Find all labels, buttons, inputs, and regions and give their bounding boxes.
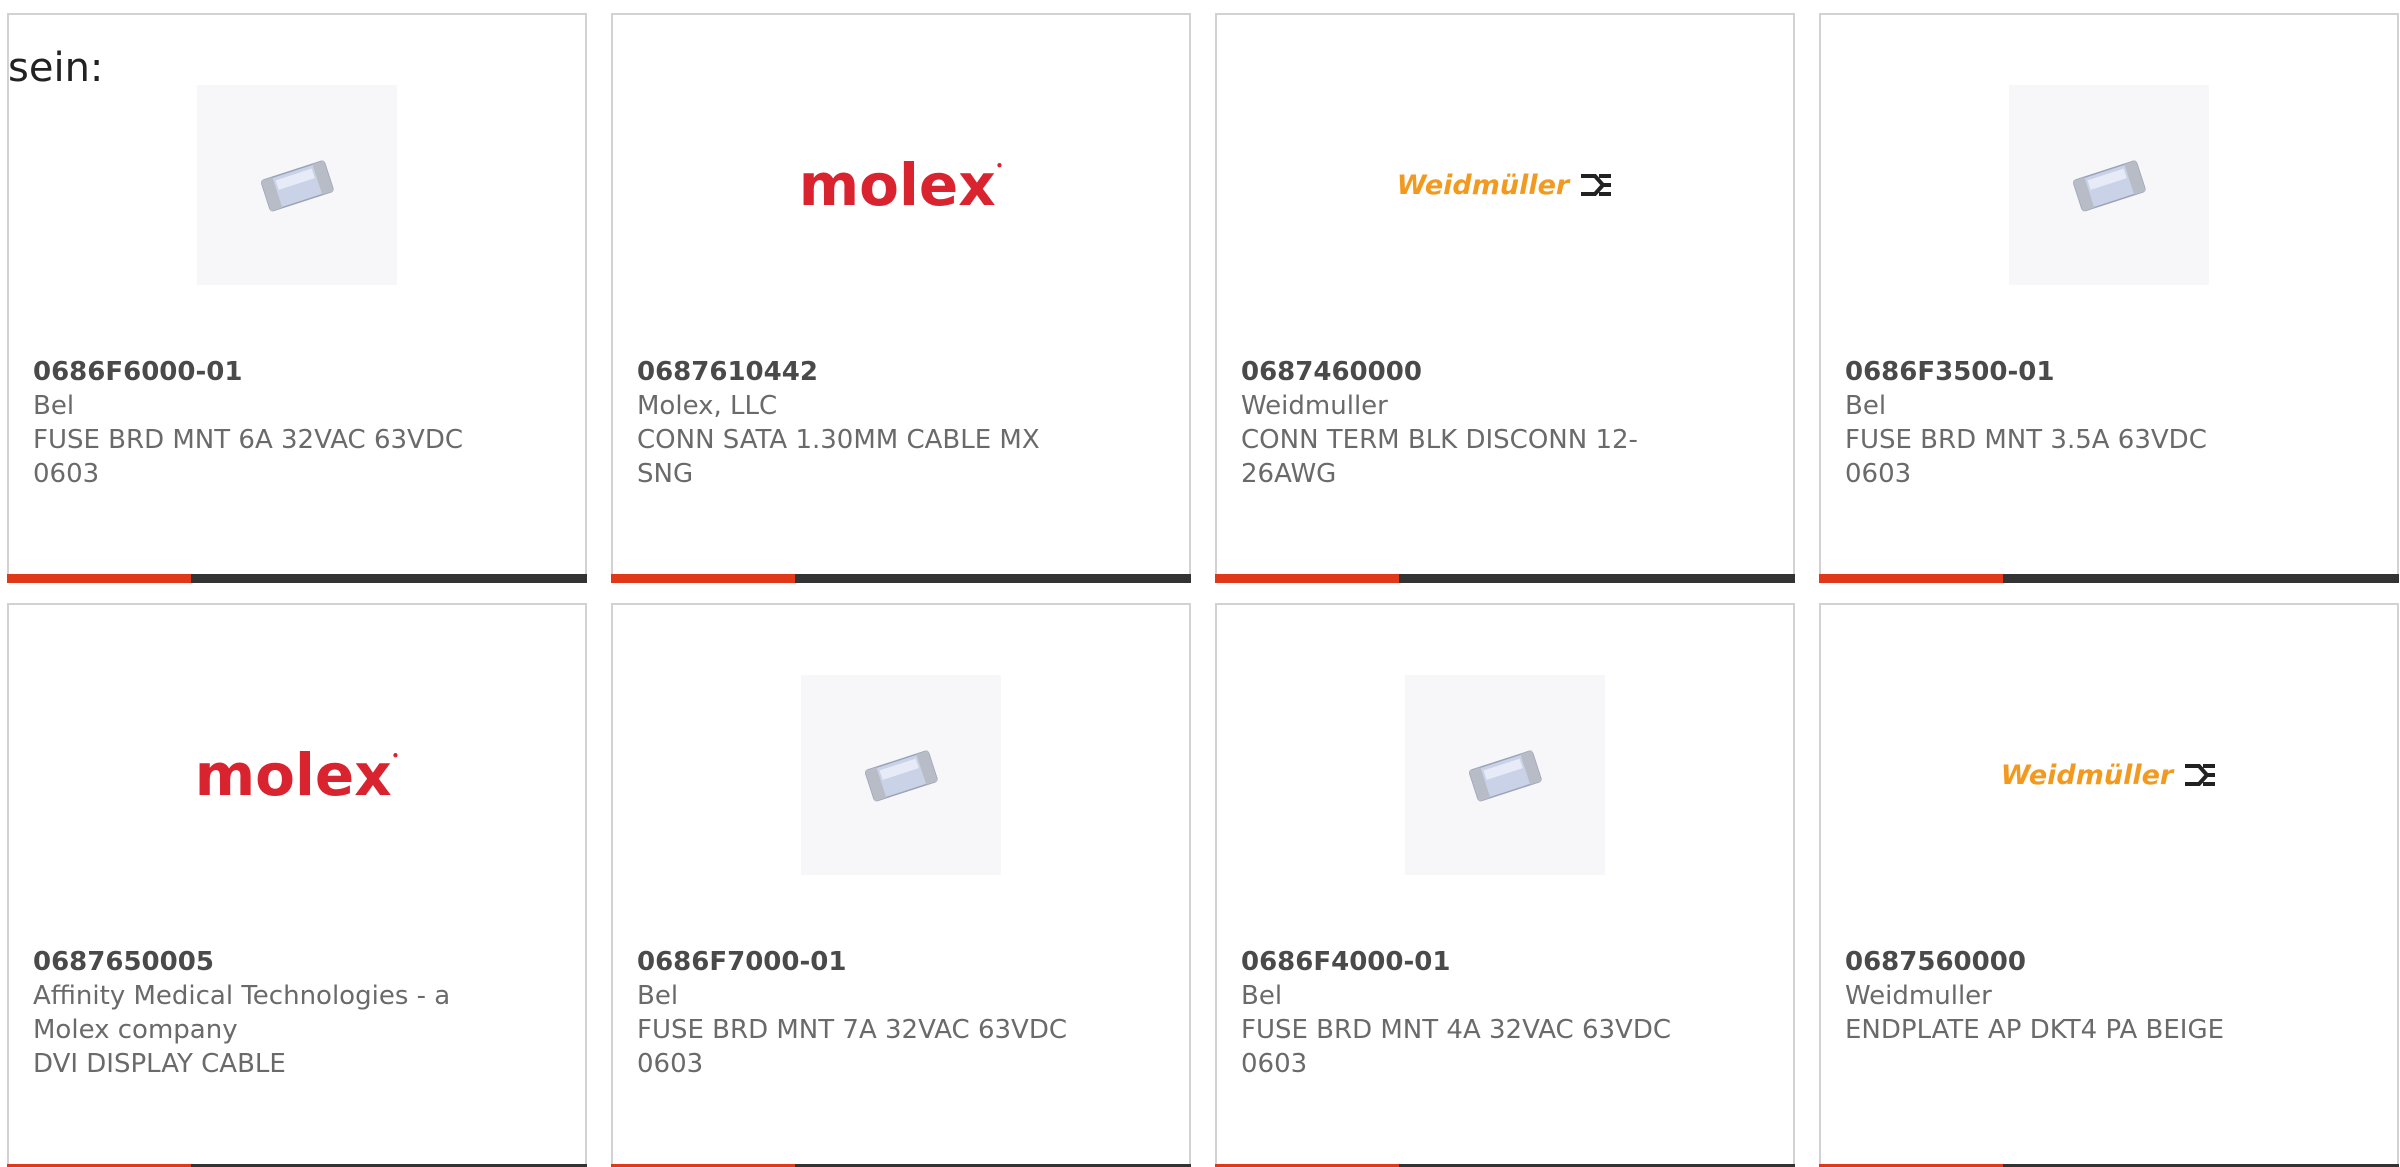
product-image bbox=[197, 85, 397, 285]
molex-logo: molex• bbox=[798, 151, 1004, 219]
product-image: molex• bbox=[798, 85, 1004, 285]
manufacturer: Affinity Medical Technologies - a Molex … bbox=[33, 981, 451, 1045]
card-accent-bar bbox=[611, 574, 795, 583]
card-accent-bar bbox=[7, 574, 191, 583]
description: FUSE BRD MNT 7A 32VAC 63VDC 0603 bbox=[637, 1015, 1067, 1079]
product-card[interactable]: 0686F6000-01 Bel FUSE BRD MNT 6A 32VAC 6… bbox=[7, 13, 587, 583]
card-accent-bar bbox=[1819, 574, 2003, 583]
description: ENDPLATE AP DKT4 PA BEIGE bbox=[1845, 1015, 2225, 1045]
part-number[interactable]: 0687460000 bbox=[1241, 355, 1671, 389]
product-image: molex• bbox=[194, 675, 400, 875]
description: FUSE BRD MNT 3.5A 63VDC 0603 bbox=[1845, 425, 2207, 489]
product-image: Weidmüller bbox=[1397, 85, 1612, 285]
product-card[interactable]: 0686F4000-01 Bel FUSE BRD MNT 4A 32VAC 6… bbox=[1215, 603, 1795, 1167]
card-bottom-bar bbox=[1215, 574, 1795, 583]
product-image bbox=[1405, 675, 1605, 875]
product-info: 0687650005 Affinity Medical Technologies… bbox=[33, 945, 463, 1081]
product-info: 0686F7000-01 Bel FUSE BRD MNT 7A 32VAC 6… bbox=[637, 945, 1067, 1081]
weidmuller-logo-text: Weidmüller bbox=[1396, 169, 1570, 201]
product-card[interactable]: Weidmüller 0687560000 Weidmuller ENDPLAT… bbox=[1819, 603, 2399, 1167]
description: FUSE BRD MNT 6A 32VAC 63VDC 0603 bbox=[33, 425, 463, 489]
description: CONN SATA 1.30MM CABLE MX SNG bbox=[637, 425, 1040, 489]
product-card[interactable]: 0686F3500-01 Bel FUSE BRD MNT 3.5A 63VDC… bbox=[1819, 13, 2399, 583]
product-info: 0687560000 Weidmuller ENDPLATE AP DKT4 P… bbox=[1845, 945, 2275, 1047]
fuse-chip-icon bbox=[864, 750, 938, 802]
part-number[interactable]: 0687610442 bbox=[637, 355, 1067, 389]
product-card[interactable]: molex• 0687610442 Molex, LLC CONN SATA 1… bbox=[611, 13, 1191, 583]
description: DVI DISPLAY CABLE bbox=[33, 1049, 286, 1079]
card-bottom-bar bbox=[1819, 574, 2399, 583]
weidmuller-logo: Weidmüller bbox=[1397, 170, 1613, 201]
weidmuller-logo: Weidmüller bbox=[2001, 760, 2217, 791]
card-bottom-bar bbox=[611, 574, 1191, 583]
product-card[interactable]: 0686F7000-01 Bel FUSE BRD MNT 7A 32VAC 6… bbox=[611, 603, 1191, 1167]
weidmuller-logo-text: Weidmüller bbox=[2000, 759, 2174, 791]
manufacturer: Bel bbox=[33, 391, 75, 421]
product-card[interactable]: Weidmüller 0687460000 Weidmuller CONN TE… bbox=[1215, 13, 1795, 583]
fuse-chip-icon bbox=[2072, 160, 2146, 212]
product-image bbox=[801, 675, 1001, 875]
fuse-chip-icon bbox=[260, 160, 334, 212]
product-card[interactable]: molex• 0687650005 Affinity Medical Techn… bbox=[7, 603, 587, 1167]
part-number[interactable]: 0686F3500-01 bbox=[1845, 355, 2275, 389]
part-number[interactable]: 0687560000 bbox=[1845, 945, 2275, 979]
manufacturer: Bel bbox=[1845, 391, 1887, 421]
product-image bbox=[2009, 85, 2209, 285]
weidmuller-mark-icon bbox=[2185, 764, 2216, 786]
manufacturer: Bel bbox=[1241, 981, 1283, 1011]
molex-logo: molex• bbox=[194, 741, 400, 809]
product-image: Weidmüller bbox=[2001, 675, 2216, 875]
weidmuller-mark-icon bbox=[1581, 174, 1612, 196]
product-info: 0687610442 Molex, LLC CONN SATA 1.30MM C… bbox=[637, 355, 1067, 491]
manufacturer: Molex, LLC bbox=[637, 391, 778, 421]
page: sein: 0686F6000-01 Bel FUSE BRD MNT 6A 3… bbox=[0, 0, 2400, 1167]
product-info: 0686F6000-01 Bel FUSE BRD MNT 6A 32VAC 6… bbox=[33, 355, 463, 491]
part-number[interactable]: 0687650005 bbox=[33, 945, 463, 979]
manufacturer: Bel bbox=[637, 981, 679, 1011]
card-accent-bar bbox=[1215, 574, 1399, 583]
part-number[interactable]: 0686F6000-01 bbox=[33, 355, 463, 389]
product-info: 0686F4000-01 Bel FUSE BRD MNT 4A 32VAC 6… bbox=[1241, 945, 1671, 1081]
intro-text: sein: bbox=[8, 45, 104, 91]
molex-logo-text: molex bbox=[798, 151, 996, 219]
manufacturer: Weidmuller bbox=[1845, 981, 1992, 1011]
description: FUSE BRD MNT 4A 32VAC 63VDC 0603 bbox=[1241, 1015, 1671, 1079]
fuse-chip-icon bbox=[1468, 750, 1542, 802]
part-number[interactable]: 0686F4000-01 bbox=[1241, 945, 1671, 979]
part-number[interactable]: 0686F7000-01 bbox=[637, 945, 1067, 979]
molex-logo-text: molex bbox=[194, 741, 392, 809]
card-bottom-bar bbox=[7, 574, 587, 583]
product-info: 0687460000 Weidmuller CONN TERM BLK DISC… bbox=[1241, 355, 1671, 491]
description: CONN TERM BLK DISCONN 12-26AWG bbox=[1241, 425, 1638, 489]
product-info: 0686F3500-01 Bel FUSE BRD MNT 3.5A 63VDC… bbox=[1845, 355, 2275, 491]
manufacturer: Weidmuller bbox=[1241, 391, 1388, 421]
